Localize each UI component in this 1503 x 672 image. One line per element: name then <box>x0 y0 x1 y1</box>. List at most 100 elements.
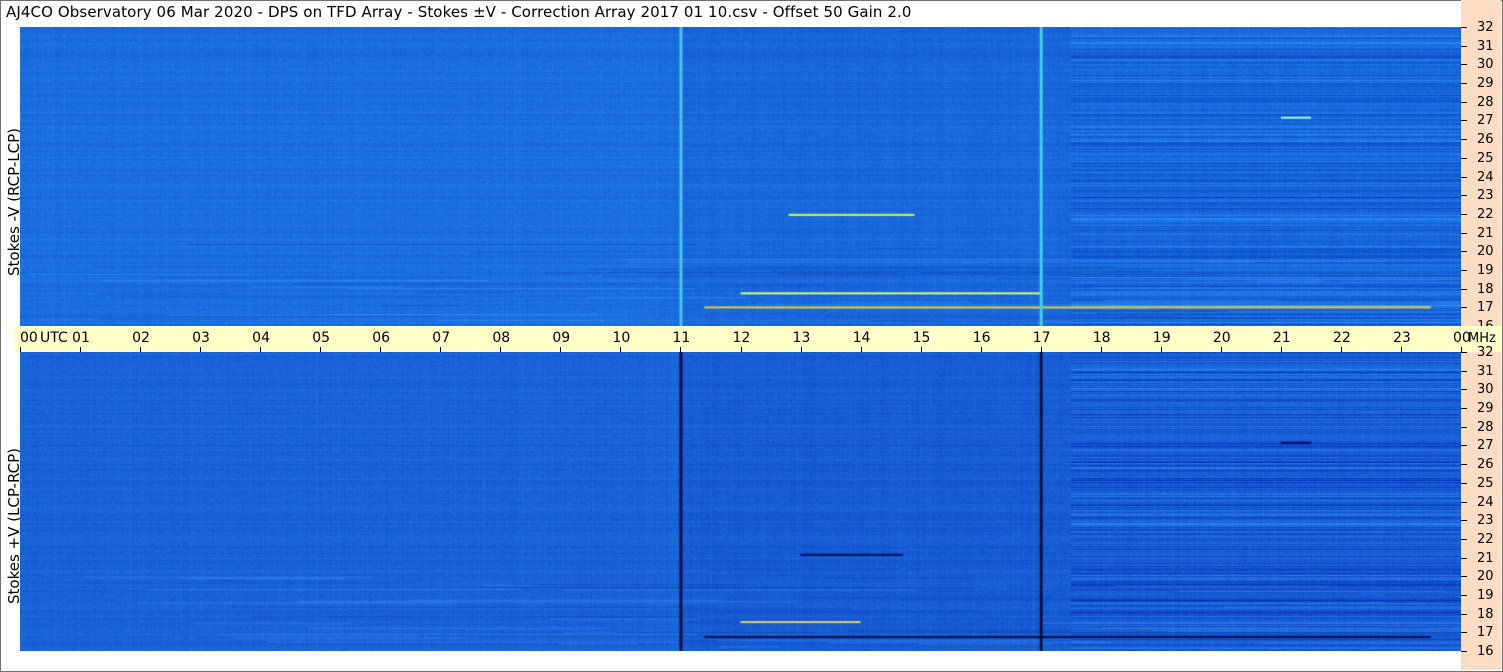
frequency-tick-mark <box>1461 576 1467 578</box>
chart-title: AJ4CO Observatory 06 Mar 2020 - DPS on T… <box>6 3 912 21</box>
frequency-tick-mark <box>1461 213 1467 215</box>
time-tick-label: 08 <box>492 330 511 346</box>
time-tick-label: 03 <box>192 330 210 346</box>
frequency-tick-label: 23 <box>1477 188 1494 204</box>
time-tick-mark <box>380 347 382 352</box>
frequency-tick-label: 31 <box>1477 363 1494 379</box>
frequency-tick-label: 28 <box>1477 419 1494 435</box>
frequency-tick-mark <box>1461 594 1467 596</box>
frequency-tick-mark <box>1461 538 1467 540</box>
time-tick-label: 02 <box>132 330 150 346</box>
time-tick-mark <box>200 347 202 352</box>
frequency-tick-mark <box>1461 232 1467 234</box>
frequency-tick-mark <box>1461 501 1467 503</box>
frequency-tick-label: 24 <box>1477 169 1494 185</box>
frequency-tick-label: 17 <box>1477 625 1494 641</box>
frequency-tick-label: 29 <box>1477 401 1494 417</box>
time-tick-mark <box>1040 347 1042 352</box>
time-tick-label: 11 <box>672 330 691 346</box>
frequency-tick-label: 30 <box>1477 57 1494 73</box>
frequency-tick-label: 28 <box>1477 94 1494 110</box>
frequency-tick-mark <box>1461 520 1467 522</box>
frequency-tick-label: 19 <box>1477 587 1494 603</box>
frequency-tick-mark <box>1461 389 1467 391</box>
time-axis: 00 UTC 01 02 03 04 05 06 07 08 09 10 11 12 13 14 15 16 17 1… <box>14 326 1471 352</box>
frequency-tick-mark <box>1461 45 1467 47</box>
frequency-tick-label: 25 <box>1477 475 1494 491</box>
frequency-tick-mark <box>1461 288 1467 290</box>
time-tick-label: 09 <box>552 330 571 346</box>
frequency-tick-mark <box>1461 269 1467 271</box>
frequency-tick-label: 27 <box>1477 438 1494 454</box>
frequency-tick-mark <box>1461 251 1467 253</box>
frequency-tick-label: 19 <box>1477 262 1494 278</box>
frequency-tick-mark <box>1461 651 1467 652</box>
frequency-axis-bottom: 16 17 18 19 20 21 22 23 24 25 26 27 28 29 30 31 32 <box>1461 346 1501 670</box>
time-tick-label: 20 <box>1212 330 1231 346</box>
time-tick-mark <box>1400 347 1402 352</box>
frequency-tick-label: 20 <box>1477 244 1494 260</box>
frequency-tick-label: 20 <box>1477 569 1494 585</box>
frequency-tick-label: 32 <box>1477 345 1494 360</box>
time-tick-mark <box>980 347 982 352</box>
time-tick-label: 15 <box>912 330 931 346</box>
time-tick-label: 05 <box>312 330 331 346</box>
time-tick-label: 00 <box>1453 330 1471 346</box>
frequency-tick-mark <box>1461 632 1467 634</box>
frequency-tick-mark <box>1461 408 1467 410</box>
frequency-tick-label: 27 <box>1477 113 1494 129</box>
frequency-tick-label: 18 <box>1477 606 1494 622</box>
frequency-tick-label: 22 <box>1477 206 1494 222</box>
frequency-tick-mark <box>1461 482 1467 484</box>
time-tick-label: 18 <box>1092 330 1111 346</box>
frequency-tick-mark <box>1461 83 1467 85</box>
time-tick-label: 10 <box>612 330 631 346</box>
time-tick-mark <box>1461 347 1462 352</box>
time-tick-mark <box>140 347 142 352</box>
frequency-tick-mark <box>1461 176 1467 178</box>
frequency-tick-mark <box>1461 139 1467 141</box>
frequency-tick-label: 23 <box>1477 513 1494 529</box>
time-tick-mark <box>680 347 682 352</box>
frequency-tick-label: 26 <box>1477 132 1494 148</box>
time-tick-mark <box>80 347 82 352</box>
time-tick-mark <box>1100 347 1102 352</box>
frequency-tick-label: 21 <box>1477 225 1494 241</box>
frequency-tick-mark <box>1461 120 1467 122</box>
frequency-tick-label: 26 <box>1477 457 1494 473</box>
frequency-tick-mark <box>1461 195 1467 197</box>
frequency-tick-mark <box>1461 370 1467 372</box>
time-unit-label: UTC <box>40 330 68 346</box>
frequency-tick-mark <box>1461 445 1467 447</box>
time-tick-label: 16 <box>972 330 991 346</box>
frequency-tick-label: 29 <box>1477 76 1494 92</box>
frequency-unit-label: MHz <box>1468 331 1496 346</box>
frequency-tick-mark <box>1461 613 1467 615</box>
spectrogram-top <box>20 27 1461 326</box>
frequency-tick-label: 16 <box>1477 644 1494 659</box>
frequency-axis-top: 1617181920212223242526272829303132 <box>1461 0 1501 333</box>
time-tick-label: 13 <box>792 330 811 346</box>
time-tick-label: 12 <box>732 330 751 346</box>
time-tick-mark <box>800 347 802 352</box>
frequency-tick-label: 22 <box>1477 531 1494 547</box>
frequency-tick-label: 30 <box>1477 382 1494 398</box>
time-tick-mark <box>860 347 862 352</box>
frequency-tick-label: 32 <box>1477 20 1494 35</box>
frequency-tick-label: 17 <box>1477 300 1494 316</box>
time-tick-label: 07 <box>432 330 451 346</box>
time-tick-mark <box>260 347 262 352</box>
time-tick-label: 21 <box>1272 330 1291 346</box>
spectrogram-top-canvas <box>20 27 1461 326</box>
frequency-tick-label: 31 <box>1477 38 1494 54</box>
time-tick-mark <box>620 347 622 352</box>
time-tick-label: 06 <box>372 330 391 346</box>
frequency-tick-label: 24 <box>1477 494 1494 510</box>
time-tick-label: 14 <box>852 330 871 346</box>
frequency-tick-label: 21 <box>1477 550 1494 566</box>
time-tick-mark <box>560 347 562 352</box>
frequency-tick-mark <box>1461 307 1467 309</box>
time-tick-label: 00 <box>20 330 38 346</box>
time-tick-mark <box>740 347 742 352</box>
frequency-tick-mark <box>1461 64 1467 66</box>
